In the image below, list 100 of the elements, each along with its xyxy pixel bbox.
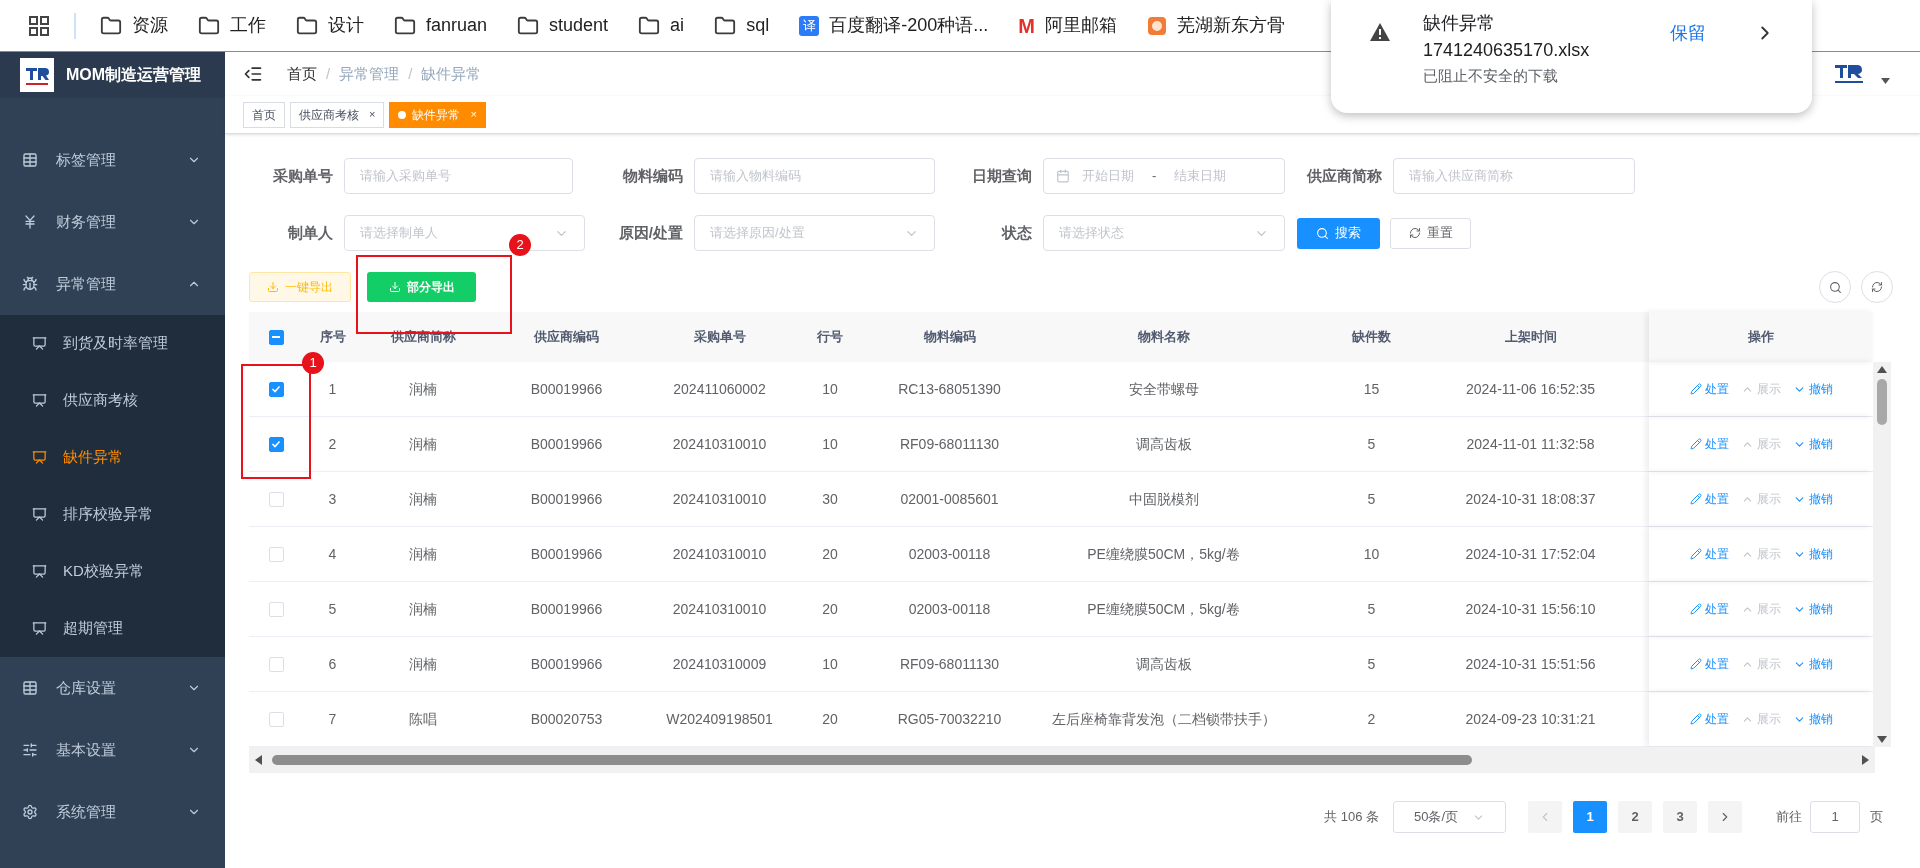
row-action-link[interactable]: 处置 bbox=[1689, 435, 1729, 453]
row-action-link[interactable]: 处置 bbox=[1689, 600, 1729, 618]
sidebar-item[interactable]: 标签管理 bbox=[0, 129, 225, 191]
sidebar-item[interactable]: 系统管理 bbox=[0, 781, 225, 843]
row-action-link[interactable]: 处置 bbox=[1689, 655, 1729, 673]
bookmark-link[interactable]: sql bbox=[746, 12, 770, 39]
row-action-link[interactable]: 处置 bbox=[1689, 380, 1729, 398]
sidebar-subitem[interactable]: KD校验异常 bbox=[0, 543, 225, 600]
filter-label: 采购单号 bbox=[272, 165, 333, 186]
bookmark-link[interactable]: 资源 bbox=[132, 12, 168, 39]
row-action-link[interactable]: 撤销 bbox=[1792, 545, 1833, 563]
close-icon[interactable]: × bbox=[369, 106, 376, 123]
column-header: 采购单号 bbox=[693, 328, 746, 347]
sidebar-subitem[interactable]: 缺件异常 bbox=[0, 429, 225, 486]
row-action-link[interactable]: 撤销 bbox=[1792, 655, 1833, 673]
row-action-link[interactable]: 处置 bbox=[1689, 490, 1729, 508]
horizontal-scrollbar[interactable] bbox=[249, 747, 1875, 773]
bookmark-link[interactable]: student bbox=[549, 12, 609, 39]
column-header: 行号 bbox=[817, 328, 843, 347]
sidebar-item[interactable]: 基本设置 bbox=[0, 719, 225, 781]
sidebar-subitem[interactable]: 到货及时率管理 bbox=[0, 315, 225, 372]
scrollbar-thumb[interactable] bbox=[272, 755, 1472, 765]
folder-icon bbox=[100, 14, 122, 37]
keep-link[interactable]: 保留 bbox=[1670, 20, 1706, 113]
table-cell-text: 润楠 bbox=[409, 434, 437, 454]
bookmark-link[interactable]: 设计 bbox=[328, 12, 364, 39]
table-cell-text: 202410310010 bbox=[672, 599, 767, 619]
row-action-link[interactable]: 撤销 bbox=[1792, 435, 1833, 453]
sidebar-item[interactable]: 仓库设置 bbox=[0, 657, 225, 719]
page-button[interactable]: 1 bbox=[1573, 801, 1607, 833]
row-action-link[interactable]: 撤销 bbox=[1792, 490, 1833, 508]
table-cell-text: RF09-68011130 bbox=[899, 654, 1000, 674]
reset-button[interactable]: 重置 bbox=[1390, 217, 1471, 249]
table-cell-text: RC13-68051390 bbox=[898, 379, 1001, 399]
page-tab[interactable]: 供应商考核 × bbox=[290, 101, 385, 128]
sidebar-subitem[interactable]: 排序校验异常 bbox=[0, 486, 225, 543]
table-cell-text: 中固脱模剂 bbox=[1128, 489, 1199, 509]
table-cell-text: 202410310010 bbox=[672, 489, 767, 509]
scrollbar-thumb[interactable] bbox=[1877, 379, 1887, 425]
search-button[interactable]: 搜索 bbox=[1297, 217, 1380, 249]
table-cell-text: 202411060002 bbox=[673, 379, 766, 399]
scroll-up-icon[interactable] bbox=[1877, 366, 1887, 373]
table-cell-text: 5 bbox=[1367, 654, 1376, 674]
site-icon bbox=[1146, 15, 1167, 36]
goto-page-field[interactable]: 1 bbox=[1810, 801, 1860, 833]
bookmark-link[interactable]: 百度翻译-200种语... bbox=[829, 12, 989, 39]
table-cell-text: 10 bbox=[822, 379, 838, 399]
bookmark-link[interactable]: 阿里邮箱 bbox=[1044, 12, 1117, 39]
page-size-select[interactable]: 50条/页 bbox=[1393, 801, 1506, 833]
table-cell-text: 02003-00118 bbox=[908, 599, 991, 619]
scroll-left-icon[interactable] bbox=[255, 755, 262, 765]
sidebar-subitem[interactable]: 超期管理 bbox=[0, 600, 225, 657]
row-action-link[interactable]: 撤销 bbox=[1792, 380, 1833, 398]
table-cell-text: 02003-00118 bbox=[908, 544, 991, 564]
row-action-link[interactable]: 处置 bbox=[1689, 710, 1729, 728]
table-cell-text: 润楠 bbox=[409, 654, 437, 674]
table-cell-text: 2024-11-06 16:52:35 bbox=[1466, 379, 1595, 399]
monitor-icon bbox=[32, 393, 47, 408]
table-cell-text: 10 bbox=[822, 654, 838, 674]
page-tab[interactable]: 首页 bbox=[243, 101, 285, 128]
page-button[interactable]: 2 bbox=[1618, 801, 1652, 833]
vertical-scrollbar[interactable] bbox=[1873, 362, 1891, 747]
menu-icon[interactable] bbox=[243, 64, 263, 84]
checkbox[interactable] bbox=[268, 436, 284, 452]
table-cell-text: RG05-70032210 bbox=[897, 709, 1002, 729]
filter-label: 日期查询 bbox=[971, 165, 1032, 186]
scroll-down-icon[interactable] bbox=[1877, 736, 1887, 743]
bookmark-link[interactable]: 工作 bbox=[230, 12, 266, 39]
column-header: 物料编码 bbox=[923, 328, 976, 347]
goto-label: 前往 bbox=[1776, 808, 1802, 827]
column-header: 序号 bbox=[319, 328, 346, 347]
table-cell-text: B00020753 bbox=[530, 709, 603, 729]
bookmark-link[interactable]: fanruan bbox=[426, 12, 488, 39]
date-range-field[interactable]: 开始日期 - 结束日期 bbox=[1043, 158, 1285, 194]
sidebar-subitem[interactable]: 供应商考核 bbox=[0, 372, 225, 429]
sidebar-item[interactable]: 异常管理 bbox=[0, 253, 225, 315]
checkbox[interactable] bbox=[268, 381, 284, 397]
table-cell-text: 2 bbox=[1367, 709, 1376, 729]
row-action-link[interactable]: 撤销 bbox=[1792, 600, 1833, 618]
table-cell-text: 20 bbox=[822, 709, 838, 729]
folder-icon bbox=[638, 14, 661, 37]
row-action-link[interactable]: 处置 bbox=[1689, 545, 1729, 563]
apps-icon[interactable] bbox=[28, 14, 50, 37]
breadcrumb-link[interactable]: 首页 bbox=[287, 62, 317, 86]
caret-icon[interactable] bbox=[1881, 78, 1890, 84]
table-cell-text: 202410310010 bbox=[672, 544, 767, 564]
sidebar-item[interactable]: 财务管理 bbox=[0, 191, 225, 253]
download-filename: 1741240635170.xlsx bbox=[1423, 39, 1590, 62]
page-button[interactable]: 3 bbox=[1663, 801, 1697, 833]
bookmark-link[interactable]: 芜湖新东方骨 bbox=[1176, 12, 1285, 39]
scroll-right-icon[interactable] bbox=[1862, 755, 1869, 765]
refresh-icon bbox=[1408, 227, 1421, 239]
table-cell-text: 10 bbox=[1363, 544, 1380, 564]
bookmark-link[interactable]: ai bbox=[670, 12, 685, 39]
checkbox[interactable] bbox=[268, 329, 284, 345]
table-cell-text: 2024-09-23 10:31:21 bbox=[1465, 709, 1596, 729]
row-action-link[interactable]: 撤销 bbox=[1792, 710, 1833, 728]
mail-icon: M bbox=[1018, 15, 1035, 36]
check-icon bbox=[271, 439, 281, 449]
table-cell-text: 调高齿板 bbox=[1135, 434, 1192, 454]
